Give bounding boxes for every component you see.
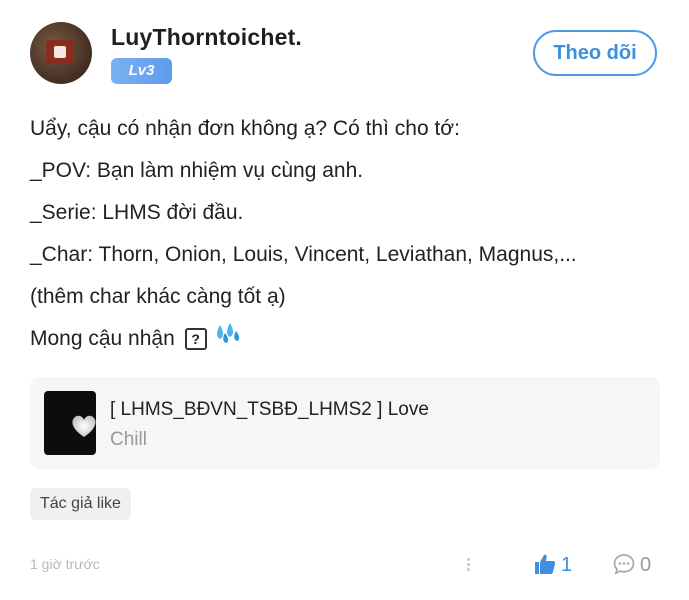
post-body: Uẩy, cậu có nhận đơn không ạ? Có thì cho… [30,108,660,360]
post-header: LuyThorntoichet. Lv3 Theo dõi [0,0,689,100]
post-line-2: _POV: Bạn làm nhiệm vụ cùng anh. [30,159,364,182]
post-line-6-text: Mong cậu nhận [30,327,175,350]
post-line-5: (thêm char khác càng tốt ạ) [30,285,286,308]
follow-button[interactable]: Theo dõi [533,30,657,76]
tag-badge[interactable]: Tác giả like [30,488,131,520]
post-line-4: _Char: Thorn, Onion, Louis, Vincent, Lev… [30,243,577,266]
author-name[interactable]: LuyThorntoichet. [111,24,302,51]
post-line-6: Mong cậu nhận ? [30,318,660,360]
comment-count: 0 [640,554,652,576]
music-subtitle: Chill [110,429,147,450]
like-button[interactable]: 1 [533,552,572,578]
sweat-drops-icon [214,318,242,360]
music-card[interactable]: [ LHMS_BĐVN_TSBĐ_LHMS2 ] Love Chill [30,377,660,469]
like-count: 1 [561,554,573,576]
post-line-1: Uẩy, cậu có nhận đơn không ạ? Có thì cho… [30,117,460,140]
comment-button[interactable]: 0 [612,552,651,578]
heart-icon [72,415,96,437]
music-title: [ LHMS_BĐVN_TSBĐ_LHMS2 ] Love [110,399,429,420]
avatar[interactable] [30,22,92,84]
music-cover[interactable] [44,391,96,455]
comment-icon [613,554,635,575]
timestamp: 1 giờ trước [30,556,100,572]
avatar-detail [54,46,66,58]
level-badge: Lv3 [111,58,172,84]
question-box-icon: ? [184,328,207,351]
more-dots-icon[interactable] [463,556,473,576]
post-line-3: _Serie: LHMS đời đầu. [30,201,244,224]
thumbs-up-icon [535,554,556,574]
